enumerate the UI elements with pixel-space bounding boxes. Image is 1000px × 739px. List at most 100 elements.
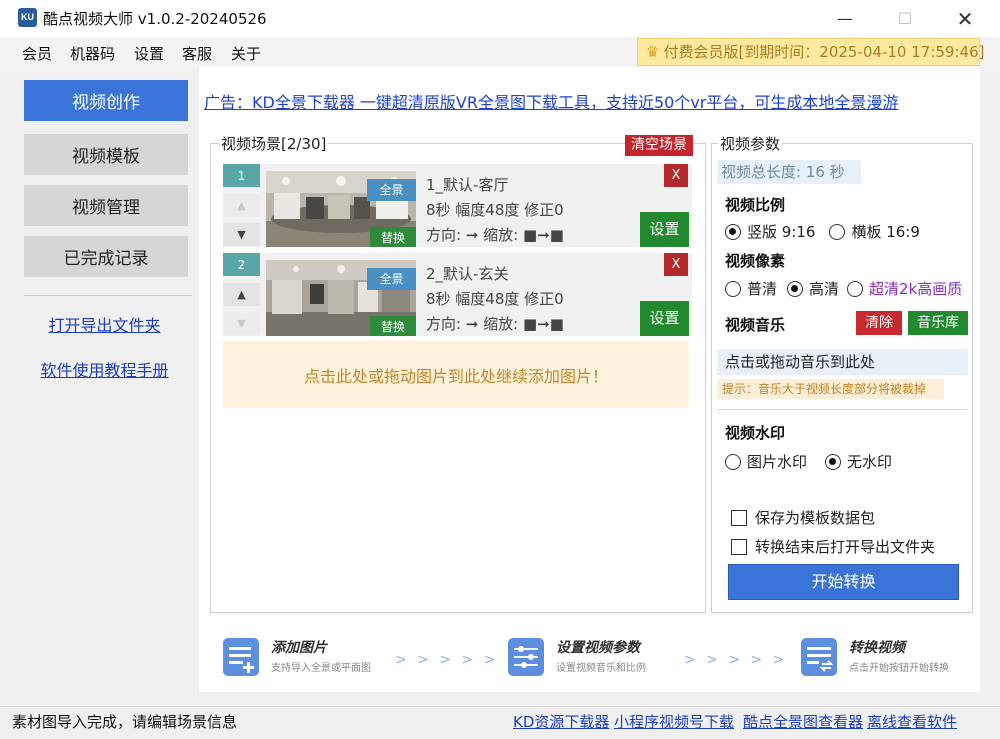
image-add-icon (223, 638, 259, 676)
window-title: 酷点视频大师 v1.0.2-20240526 (43, 10, 267, 28)
scene-card: 1 ▲ ▼ 全景 替换 1_默认-客厅 8秒 幅度48度 修正0 方向: ➞ 缩… (223, 164, 692, 247)
status-link-offline-viewer[interactable]: 离线查看软件 (867, 711, 957, 732)
move-down-button[interactable]: ▼ (223, 312, 260, 335)
pixel-radio-group: 普清 高清 超清2k高画质 (725, 278, 962, 299)
scene-thumbnail[interactable]: 全景 替换 (266, 171, 416, 247)
music-library-button[interactable]: 音乐库 (908, 311, 968, 335)
menu-member[interactable]: 会员 (22, 43, 52, 64)
scene-thumbnail[interactable]: 全景 替换 (266, 260, 416, 336)
watermark-option-label: 图片水印 (747, 453, 808, 471)
scene-settings-button[interactable]: 设置 (640, 212, 689, 247)
main-panel: 广告：KD全景下载器 一键超清原版VR全景图下载工具，支持近50个vr平台，可生… (199, 67, 980, 692)
status-link-video-downloader[interactable]: 小程序视频号下载 (614, 711, 734, 732)
maximize-button[interactable]: ☐ (875, 0, 935, 37)
checkbox-unchecked-icon (731, 509, 747, 526)
pixel-option-2k[interactable]: 超清2k高画质 (847, 278, 962, 299)
menu-machine-code[interactable]: 机器码 (70, 43, 115, 64)
ratio-option-label: 竖版 9:16 (747, 223, 816, 241)
title-bar: KU 酷点视频大师 v1.0.2-20240526 — ☐ ✕ (0, 0, 1000, 37)
ratio-option-label: 横板 16:9 (851, 223, 920, 241)
close-button[interactable]: ✕ (935, 0, 995, 37)
watermark-option-image[interactable]: 图片水印 (725, 451, 807, 472)
chevrons-arrow-icon: > > > > > (395, 652, 499, 668)
step-subtitle: 支持导入全景或平面图 (271, 663, 371, 674)
music-label: 视频音乐 (725, 316, 786, 334)
menu-settings[interactable]: 设置 (134, 43, 164, 64)
replace-image-button[interactable]: 替换 (370, 227, 416, 247)
save-template-checkbox[interactable]: 保存为模板数据包 (731, 507, 875, 528)
sidebar-item-video-manage[interactable]: 视频管理 (24, 185, 188, 226)
pixel-option-label: 超清2k高画质 (869, 280, 963, 298)
music-dropzone[interactable]: 点击或拖动音乐到此处 (717, 349, 968, 375)
sidebar: 视频创作 视频模板 视频管理 已完成记录 打开导出文件夹 软件使用教程手册 (10, 67, 199, 706)
menu-service[interactable]: 客服 (182, 43, 212, 64)
sidebar-item-completed-records[interactable]: 已完成记录 (24, 236, 188, 277)
step-title: 添加图片 (271, 640, 327, 656)
total-length-display: 视频总长度: 16 秒 (717, 160, 861, 184)
watermark-label: 视频水印 (725, 424, 786, 442)
checkbox-label: 保存为模板数据包 (755, 509, 876, 527)
scene-direction: 方向: ➞ 缩放: ■➞■ (426, 226, 564, 244)
replace-image-button[interactable]: 替换 (370, 316, 416, 336)
status-message: 素材图导入完成，请编辑场景信息 (12, 713, 238, 731)
clear-scenes-button[interactable]: 清空场景 (625, 135, 693, 156)
video-params-group: 视频参数 视频总长度: 16 秒 视频比例 竖版 9:16 横板 16:9 视频… (711, 133, 973, 613)
music-clear-button[interactable]: 清除 (856, 311, 902, 335)
settings-sliders-icon (508, 638, 544, 676)
chevrons-arrow-icon: > > > > > (684, 652, 788, 668)
music-tip: 提示：音乐大于视频长度部分将被裁掉 (717, 379, 944, 399)
ratio-option-portrait[interactable]: 竖版 9:16 (725, 221, 815, 242)
start-convert-button[interactable]: 开始转换 (728, 564, 959, 600)
scene-direction: 方向: ➞ 缩放: ■➞■ (426, 315, 564, 333)
delete-scene-button[interactable]: X (664, 164, 688, 187)
divider (717, 409, 967, 410)
crown-icon: ♛ (646, 43, 660, 61)
scene-index-badge: 1 (223, 164, 260, 187)
watermark-radio-group: 图片水印 无水印 (725, 451, 906, 472)
scene-name: 2_默认-玄关 (426, 265, 509, 283)
scenes-title: 视频场景[2/30] (219, 133, 329, 154)
panorama-tag: 全景 (367, 268, 416, 290)
radio-unchecked-icon (847, 280, 864, 297)
menu-about[interactable]: 关于 (231, 43, 261, 64)
app-logo-icon: KU (18, 8, 37, 27)
ratio-option-landscape[interactable]: 横板 16:9 (829, 221, 920, 242)
move-up-button[interactable]: ▲ (223, 194, 260, 217)
radio-unchecked-icon (725, 453, 741, 470)
pixel-label: 视频像素 (725, 252, 786, 270)
status-link-pano-viewer[interactable]: 酷点全景图查看器 (743, 711, 863, 732)
move-up-button[interactable]: ▲ (223, 283, 260, 306)
minimize-button[interactable]: — (815, 0, 875, 37)
step-subtitle: 点击开始按钮开始转换 (849, 663, 949, 674)
watermark-option-none[interactable]: 无水印 (825, 451, 892, 472)
watermark-option-label: 无水印 (847, 453, 893, 471)
pixel-option-hd[interactable]: 高清 (787, 278, 839, 299)
checkbox-unchecked-icon (731, 538, 747, 555)
pixel-option-label: 高清 (809, 280, 840, 298)
move-down-button[interactable]: ▼ (223, 223, 260, 246)
step-title: 转换视频 (849, 640, 905, 656)
vip-expiry-text: 付费会员版[到期时间：2025-04-10 17:59:46] (663, 43, 985, 61)
status-link-kd-downloader[interactable]: KD资源下载器 (513, 711, 609, 732)
scene-settings-button[interactable]: 设置 (640, 301, 689, 336)
scene-index-badge: 2 (223, 253, 260, 276)
convert-icon (801, 638, 837, 676)
checkbox-label: 转换结束后打开导出文件夹 (755, 538, 936, 556)
radio-unchecked-icon (829, 223, 846, 240)
ratio-label: 视频比例 (725, 196, 786, 214)
ad-link[interactable]: 广告：KD全景下载器 一键超清原版VR全景图下载工具，支持近50个vr平台，可生… (204, 89, 898, 113)
scene-card: 2 ▲ ▼ 全景 替换 2_默认-玄关 8秒 幅度48度 修正0 方向: ➞ 缩… (223, 253, 692, 336)
radio-checked-icon (787, 280, 804, 297)
open-folder-after-convert-checkbox[interactable]: 转换结束后打开导出文件夹 (731, 536, 935, 557)
sidebar-item-video-create[interactable]: 视频创作 (24, 80, 188, 121)
sidebar-item-video-template[interactable]: 视频模板 (24, 134, 188, 175)
tutorial-manual-link[interactable]: 软件使用教程手册 (10, 357, 199, 381)
vip-badge: ♛ 付费会员版[到期时间：2025-04-10 17:59:46] (637, 38, 984, 66)
add-image-dropzone[interactable]: 点击此处或拖动图片到此处继续添加图片！ (223, 341, 689, 408)
pixel-option-standard[interactable]: 普清 (725, 278, 777, 299)
step-subtitle: 设置视频音乐和比例 (556, 663, 646, 674)
open-export-folder-link[interactable]: 打开导出文件夹 (10, 312, 199, 336)
delete-scene-button[interactable]: X (664, 253, 688, 276)
radio-checked-icon (725, 223, 741, 240)
scene-meta: 8秒 幅度48度 修正0 (426, 201, 564, 219)
